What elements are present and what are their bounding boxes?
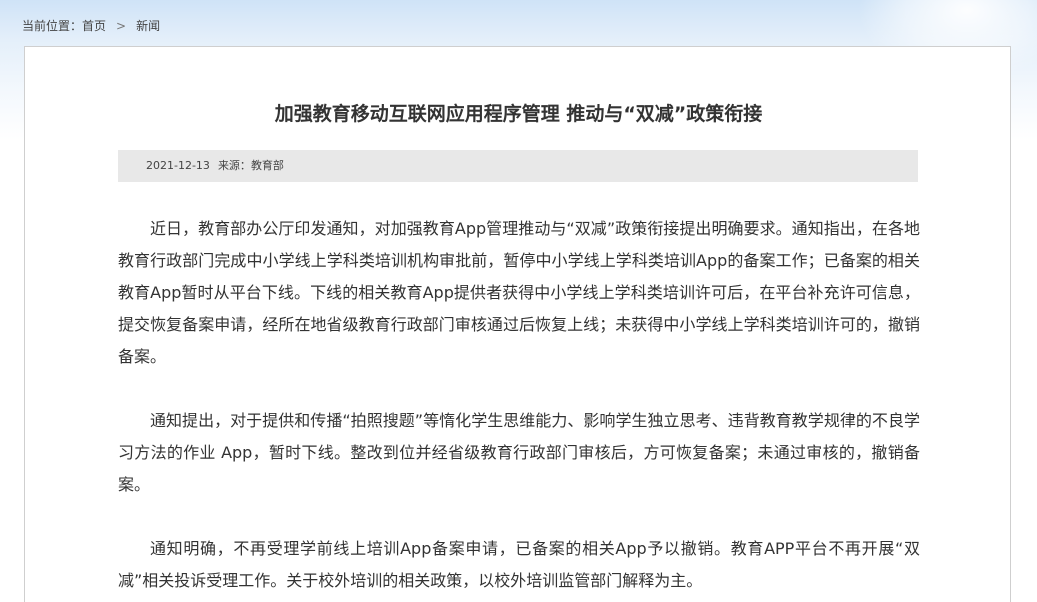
breadcrumb: 当前位置：首页 > 新闻	[22, 17, 160, 35]
article-source-label: 来源：	[217, 159, 251, 172]
breadcrumb-current-link[interactable]: 新闻	[136, 19, 160, 33]
breadcrumb-prefix: 当前位置：	[22, 19, 83, 33]
breadcrumb-home-link[interactable]: 首页	[82, 19, 106, 33]
article-title: 加强教育移动互联网应用程序管理 推动与“双减”政策衔接	[274, 103, 763, 125]
article-date: 2021-12-13	[146, 159, 210, 172]
article-body: 近日，教育部办公厅印发通知，对加强教育App管理推动与“双减”政策衔接提出明确要…	[118, 213, 920, 602]
article-source: 教育部	[250, 159, 284, 172]
article-paragraph: 近日，教育部办公厅印发通知，对加强教育App管理推动与“双减”政策衔接提出明确要…	[118, 219, 920, 366]
article-meta-bar: 2021-12-13 来源：教育部	[118, 150, 918, 182]
article-paragraph: 通知明确，不再受理学前线上培训App备案申请，已备案的相关App予以撤销。教育A…	[118, 539, 920, 590]
article-panel: 加强教育移动互联网应用程序管理 推动与“双减”政策衔接 2021-12-13 来源…	[24, 46, 1011, 602]
chevron-right-icon: >	[116, 19, 127, 33]
article-paragraph: 通知提出，对于提供和传播“拍照搜题”等惰化学生思维能力、影响学生独立思考、违背教…	[118, 411, 920, 494]
